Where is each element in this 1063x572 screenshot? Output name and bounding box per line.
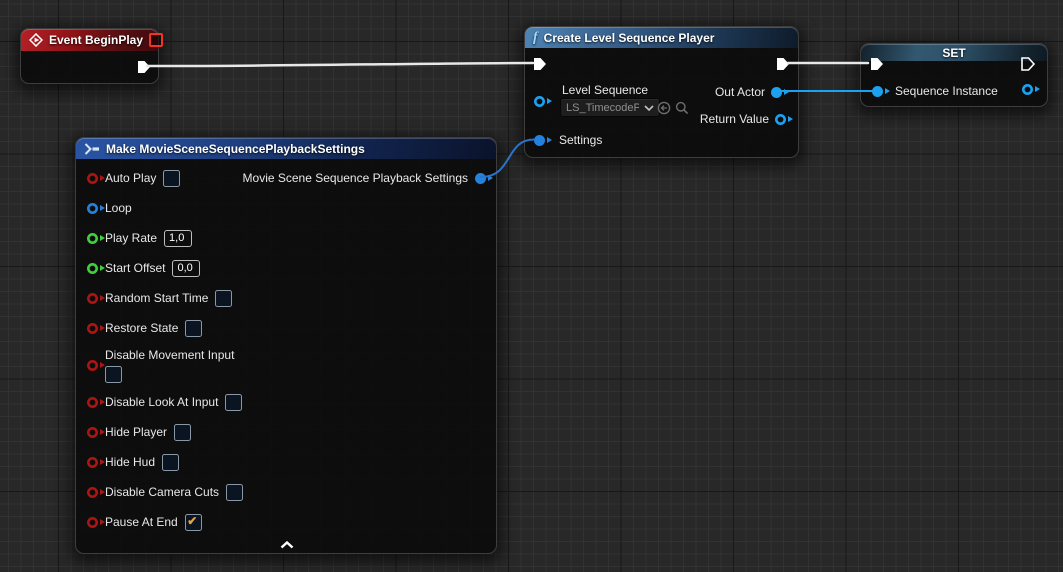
node-event-beginplay-header[interactable]: Event BeginPlay — [21, 29, 158, 51]
level-sequence-pin[interactable] — [534, 96, 545, 107]
disable-camera-cuts-label: Disable Camera Cuts — [105, 485, 219, 499]
play-rate-pin[interactable] — [87, 233, 98, 244]
pin-row-start-offset: Start Offset 0,0 — [87, 257, 486, 279]
sequence-instance-pin[interactable] — [872, 86, 883, 97]
node-title: Make MovieSceneSequencePlaybackSettings — [106, 142, 365, 156]
pause-at-end-checkbox[interactable] — [185, 514, 202, 531]
settings-pin-label: Settings — [559, 133, 602, 147]
out-actor-row: Out Actor — [715, 85, 782, 99]
chevron-down-icon — [644, 105, 654, 111]
node-create-level-sequence-player[interactable]: f Create Level Sequence Player Level Seq… — [524, 26, 799, 158]
return-value-row: Return Value — [700, 112, 786, 126]
play-rate-field[interactable]: 1,0 — [164, 230, 192, 247]
collapse-advanced-button[interactable] — [87, 537, 486, 553]
exec-in-pin[interactable] — [869, 56, 885, 72]
asset-dropdown-value: LS_TimecodePr — [566, 102, 639, 114]
struct-output-label: Movie Scene Sequence Playback Settings — [243, 171, 468, 185]
disable-look-at-input-label: Disable Look At Input — [105, 395, 218, 409]
exec-in-pin[interactable] — [532, 56, 548, 72]
random-start-time-pin[interactable] — [87, 293, 98, 304]
hide-hud-checkbox[interactable] — [162, 454, 179, 471]
disable-camera-cuts-pin[interactable] — [87, 487, 98, 498]
start-offset-label: Start Offset — [105, 261, 165, 275]
node-event-beginplay[interactable]: Event BeginPlay — [20, 28, 159, 84]
pin-row-random-start-time: Random Start Time — [87, 287, 486, 309]
struct-output-row: Movie Scene Sequence Playback Settings — [243, 171, 486, 185]
restore-state-pin[interactable] — [87, 323, 98, 334]
node-make-playback-settings[interactable]: Make MovieSceneSequencePlaybackSettings … — [75, 137, 497, 554]
random-start-time-label: Random Start Time — [105, 291, 208, 305]
hide-hud-pin[interactable] — [87, 457, 98, 468]
use-selected-asset-icon[interactable] — [657, 101, 671, 115]
function-icon: f — [533, 31, 538, 45]
pin-row-disable-look-at-input: Disable Look At Input — [87, 391, 486, 413]
pin-row-play-rate: Play Rate 1,0 — [87, 227, 486, 249]
auto-play-pin[interactable] — [87, 173, 98, 184]
return-value-pin[interactable] — [775, 114, 786, 125]
pin-row-hide-hud: Hide Hud — [87, 451, 486, 473]
browse-asset-icon[interactable] — [675, 101, 689, 115]
pin-row-pause-at-end: Pause At End — [87, 511, 486, 533]
sequence-instance-row: Sequence Instance — [872, 84, 998, 98]
start-offset-pin[interactable] — [87, 263, 98, 274]
settings-pin[interactable] — [534, 135, 545, 146]
event-icon — [29, 33, 43, 47]
random-start-time-checkbox[interactable] — [215, 290, 232, 307]
restore-state-label: Restore State — [105, 321, 178, 335]
sequence-instance-pin-label: Sequence Instance — [895, 84, 998, 98]
pin-row-disable-movement-input: Disable Movement Input — [87, 347, 486, 383]
pause-at-end-pin[interactable] — [87, 517, 98, 528]
loop-pin[interactable] — [87, 203, 98, 214]
out-actor-pin-label: Out Actor — [715, 85, 765, 99]
node-create-header[interactable]: f Create Level Sequence Player — [525, 27, 798, 48]
pin-row-disable-camera-cuts: Disable Camera Cuts — [87, 481, 486, 503]
pin-row-hide-player: Hide Player — [87, 421, 486, 443]
disable-movement-input-checkbox[interactable] — [105, 366, 122, 383]
hide-player-pin[interactable] — [87, 427, 98, 438]
exec-out-pin[interactable] — [775, 56, 791, 72]
restore-state-checkbox[interactable] — [185, 320, 202, 337]
level-sequence-pin-label: Level Sequence — [562, 83, 648, 97]
wire-exec-beginplay-to-create[interactable] — [147, 63, 533, 66]
blueprint-graph-canvas[interactable]: Event BeginPlay f Create Level Sequence … — [0, 0, 1063, 572]
out-actor-pin[interactable] — [771, 87, 782, 98]
level-sequence-asset-dropdown[interactable]: LS_TimecodePr — [560, 98, 660, 117]
disable-movement-input-pin[interactable] — [87, 360, 98, 371]
disable-camera-cuts-checkbox[interactable] — [226, 484, 243, 501]
chevron-up-icon — [280, 541, 294, 549]
node-title: SET — [869, 46, 1039, 60]
pin-row-auto-play: Auto Play Movie Scene Sequence Playback … — [87, 167, 486, 189]
delegate-pin[interactable] — [149, 33, 163, 47]
exec-out-pin[interactable] — [136, 59, 152, 75]
pause-at-end-label: Pause At End — [105, 515, 178, 529]
hide-hud-label: Hide Hud — [105, 455, 155, 469]
exec-out-pin[interactable] — [1020, 56, 1036, 72]
pin-row-restore-state: Restore State — [87, 317, 486, 339]
node-set-variable[interactable]: SET Sequence Instance — [860, 43, 1048, 107]
return-value-pin-label: Return Value — [700, 112, 769, 126]
auto-play-checkbox[interactable] — [163, 170, 180, 187]
node-make-header[interactable]: Make MovieSceneSequencePlaybackSettings — [76, 138, 496, 159]
make-struct-icon — [84, 143, 100, 155]
node-title: Create Level Sequence Player — [544, 31, 715, 45]
hide-player-label: Hide Player — [105, 425, 167, 439]
start-offset-field[interactable]: 0,0 — [172, 260, 200, 277]
loop-label: Loop — [105, 201, 132, 215]
disable-look-at-input-pin[interactable] — [87, 397, 98, 408]
set-output-pin[interactable] — [1022, 84, 1033, 95]
playback-settings-output-pin[interactable] — [475, 173, 486, 184]
settings-row: Settings — [534, 133, 602, 147]
disable-look-at-input-checkbox[interactable] — [225, 394, 242, 411]
pin-row-loop: Loop — [87, 197, 486, 219]
node-title: Event BeginPlay — [49, 33, 143, 47]
auto-play-label: Auto Play — [105, 171, 156, 185]
play-rate-label: Play Rate — [105, 231, 157, 245]
hide-player-checkbox[interactable] — [174, 424, 191, 441]
disable-movement-input-label: Disable Movement Input — [105, 348, 234, 362]
